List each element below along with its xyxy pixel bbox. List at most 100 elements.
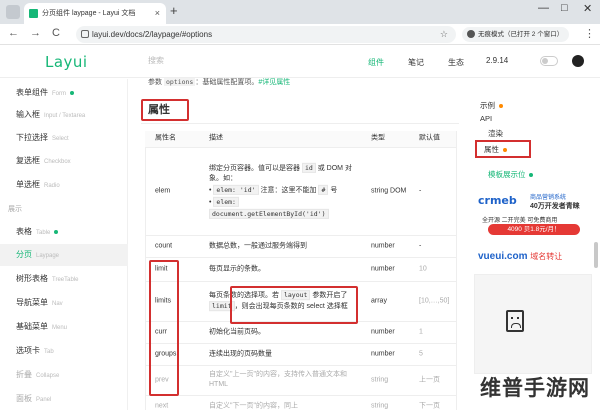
attr-default: 下一页 [419,402,440,410]
sidebar-item-radio[interactable]: 单选框 Radio [0,174,128,196]
attr-type: string DOM [371,187,407,195]
attr-name: elem [155,187,171,195]
attr-default: - [419,242,422,250]
site-logo[interactable]: Layui [45,53,88,71]
nav-ecosystem[interactable]: 生态 [448,57,464,68]
url-text: layui.dev/docs/2/laypage/#options [92,30,213,39]
page-scrollbar[interactable] [594,242,598,268]
sidebar-item-en: Collapse [36,373,60,379]
attr-description: 数据总数，一般通过服务端得到 [209,242,307,250]
note-text: ：基础属性配置项。 [195,79,259,86]
annotation-box-limits-desc [230,286,358,324]
back-button[interactable]: ← [8,27,19,39]
browser-tab[interactable]: 分页组件 laypage - Layui 文档 × [24,3,166,24]
address-bar[interactable]: layui.dev/docs/2/laypage/#options ☆ [76,26,456,43]
attr-description: 自定义"下一页"的内容，同上 [209,402,298,410]
incognito-icon [467,30,475,38]
sidebar: 表单组件 Form 输入框 Input / Textarea 下拉选择 Select … [0,79,128,410]
new-tab-button[interactable]: + [170,3,178,18]
theme-toggle[interactable] [540,56,558,66]
ad-text: 商品营销系统 [530,195,567,201]
github-icon[interactable] [572,55,584,67]
attr-description: 连续出现的页码数量 [209,350,272,358]
version-select[interactable]: 2.9.14 [486,56,508,65]
sidebar-item-tab[interactable]: 选项卡 Tab [0,340,128,362]
dot-icon [528,173,533,178]
sidebar-item-en: Panel [36,397,52,403]
tab-search-icon[interactable] [6,5,20,19]
toc-item-examples[interactable]: 示例 [480,100,503,111]
desc-code: id [301,162,316,173]
new-dot-icon [70,90,74,95]
table-header-row: 属性名 描述 类型 默认值 [145,131,456,148]
heading-divider [141,123,459,124]
desc-code: # [318,185,329,196]
note-link[interactable]: #详见属性 [258,79,290,86]
window-close-button[interactable]: ✕ [583,2,592,15]
nav-notes[interactable]: 笔记 [408,57,424,68]
attr-name: count [155,242,173,250]
attr-name: next [155,402,169,410]
site-info-icon[interactable] [81,30,89,38]
sidebar-item-label: 面板 [16,394,32,403]
broken-image-placeholder [474,274,592,374]
sidebar-item-en: Form [52,91,66,97]
sidebar-item-form[interactable]: 表单组件 Form [0,82,128,104]
desc-code: document.getElementById('id') [209,208,329,219]
sidebar-item-menu[interactable]: 基础菜单 Menu [0,316,128,338]
sidebar-item-label: 输入框 [16,110,40,119]
sidebar-item-label: 导航菜单 [16,298,48,307]
table-row-elem: elem 绑定分页容器。值可以是容器 id 或 DOM 对象。如： • elem… [145,148,456,236]
browser-tab-strip: 分页组件 laypage - Layui 文档 × + — □ ✕ [0,0,600,24]
column-header-type: 类型 [371,134,385,142]
attr-default: 10 [419,265,427,273]
attr-description: 自定义"上一页"的内容，支持传入普通文本和 HTML [209,370,347,389]
ad-price-badge: 4090 贝1.8元/月！ [488,224,580,235]
ad-text: 域名转让 [530,252,563,261]
toc-demo-link[interactable]: 模板展示位 [488,169,533,180]
table-row-curr: curr 初始化当前页码。 number 1 [145,322,456,344]
sidebar-item-collapse[interactable]: 折叠 Collapse [0,364,128,386]
table-row-groups: groups 连续出现的页码数量 number 5 [145,344,456,366]
sidebar-item-en: Radio [44,183,60,189]
crmeb-ad[interactable]: crmeb 商品营销系统 40万开发者青睐 全开源 二开完美 可免费商用 409… [474,190,592,238]
tab-close-icon[interactable]: × [155,3,160,24]
sidebar-item-en: Laypage [36,253,60,259]
dot-icon [499,104,503,109]
vueui-ad[interactable]: vueui.com 域名转让 [478,251,562,262]
sidebar-item-input[interactable]: 输入框 Input / Textarea [0,104,128,126]
sidebar-item-treetable[interactable]: 树形表格 TreeTable [0,268,128,290]
attr-type: number [371,242,395,250]
bookmark-star-icon[interactable]: ☆ [440,26,448,43]
attr-description: 每页显示的条数。 [209,265,265,273]
sidebar-item-nav[interactable]: 导航菜单 Nav [0,292,128,314]
maximize-button[interactable]: □ [561,2,568,14]
table-row-next: next 自定义"下一页"的内容，同上 string 下一页 [145,396,456,410]
options-note: 参数 options ：基础属性配置项。#详见属性 [148,77,290,87]
sidebar-item-panel[interactable]: 面板 Panel [0,388,128,410]
toc-item-render[interactable]: 渲染 [488,128,503,139]
toc-item-api[interactable]: API [480,114,492,123]
incognito-label: 无痕模式（已打开 2 个窗口） [478,31,564,38]
sidebar-item-en: Checkbox [44,159,71,165]
sidebar-item-laypage[interactable]: 分页 Laypage [0,244,128,266]
sidebar-item-en: Menu [52,325,68,331]
minimize-button[interactable]: — [538,2,549,14]
nav-components[interactable]: 组件 [368,57,384,68]
incognito-badge[interactable]: 无痕模式（已打开 2 个窗口） [462,27,570,42]
sidebar-item-en: Select [52,136,69,142]
sidebar-item-en: Table [36,230,51,236]
sidebar-item-select[interactable]: 下拉选择 Select [0,127,128,149]
browser-menu-icon[interactable]: ⋮ [584,27,595,40]
site-search-input[interactable]: 搜索 [148,55,228,66]
attr-description: 绑定分页容器。值可以是容器 id 或 DOM 对象。如： • elem: 'id… [209,162,352,219]
desc-text: 注意：这里不能加 [260,187,317,195]
reload-button[interactable]: C [52,27,60,39]
sidebar-item-checkbox[interactable]: 复选框 Checkbox [0,150,128,172]
desc-text: 号 [330,187,338,195]
sidebar-item-table[interactable]: 表格 Table [0,221,128,243]
attr-default: 1 [419,328,423,336]
attr-default: - [419,187,422,195]
forward-button[interactable]: → [30,27,41,39]
sidebar-item-en: Nav [52,301,63,307]
